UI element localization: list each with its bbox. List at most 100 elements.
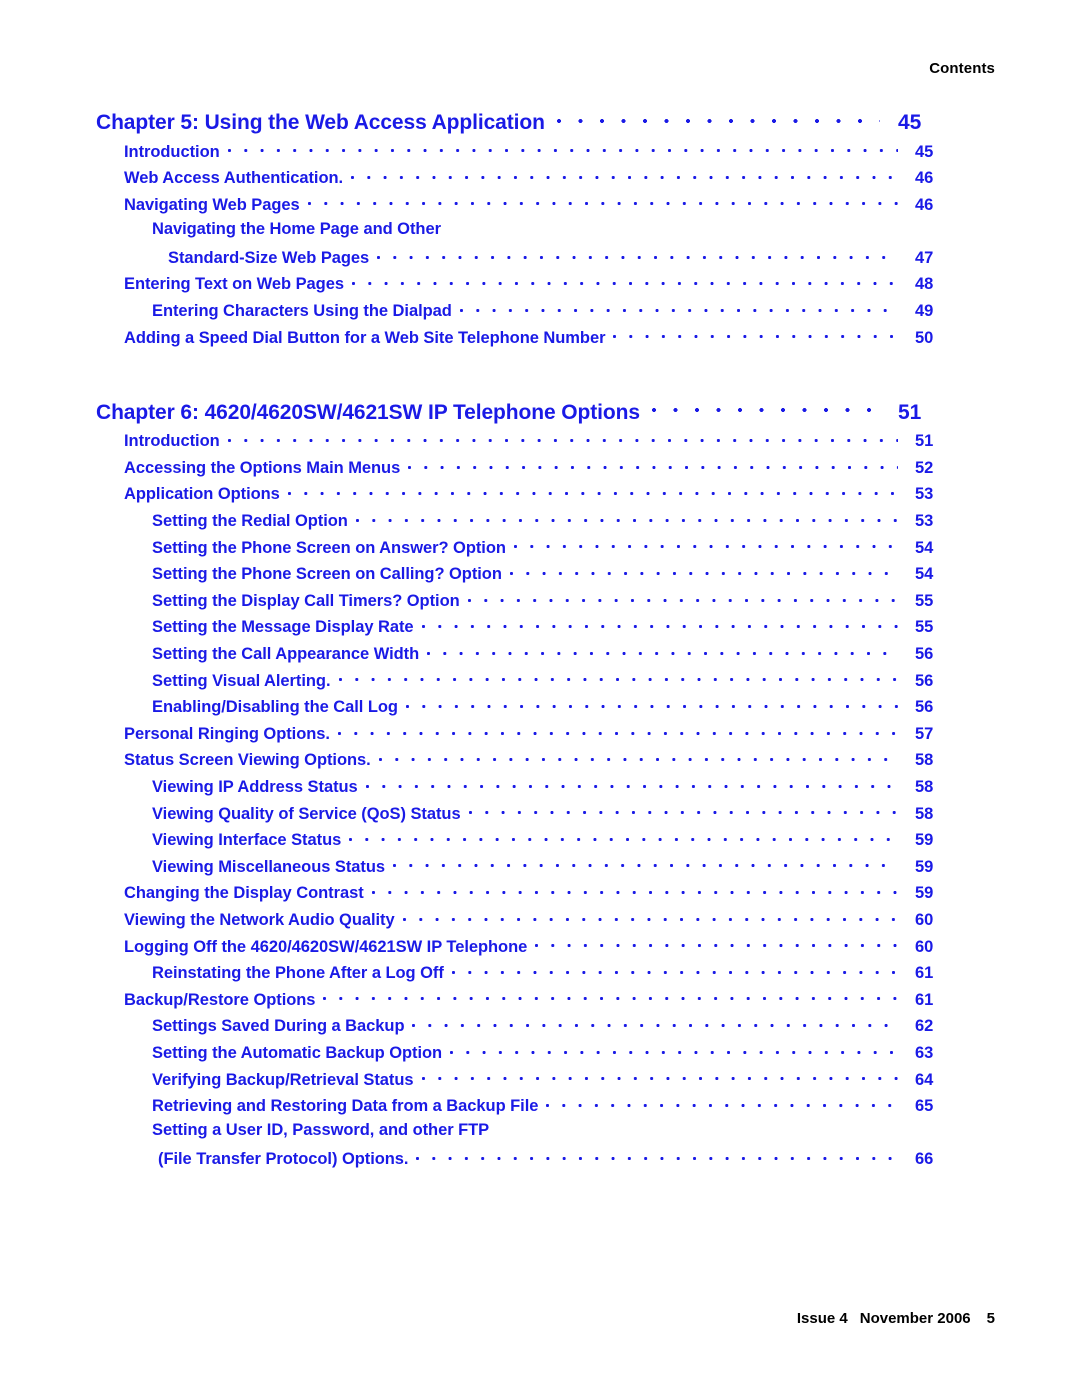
toc-entry-navigating-web-pages[interactable]: Navigating Web Pages 46 [0,193,1080,220]
toc-entry-phone-screen-on-calling[interactable]: Setting the Phone Screen on Calling? Opt… [0,563,1080,590]
toc-entry-page: 58 [915,751,934,770]
toc-entry-title: Entering Text on Web Pages [124,275,344,294]
toc-entry-title: Setting the Redial Option [152,512,348,531]
toc-chapter-heading-6[interactable]: Chapter 6: 4620/4620SW/4621SW IP Telepho… [0,398,1080,430]
toc-entry-title: Chapter 6: 4620/4620SW/4621SW IP Telepho… [96,400,640,424]
toc-entry-title: Chapter 5: Using the Web Access Applicat… [96,111,545,134]
toc-entry-title: Changing the Display Contrast [124,884,364,903]
toc-entry-entering-text-on-web-pages[interactable]: Entering Text on Web Pages 48 [0,273,1080,300]
leader-dots [535,935,898,952]
toc-entry-page: 47 [915,248,934,267]
toc-entry-status-screen-viewing-options[interactable]: Status Screen Viewing Options. 58 [0,749,1080,776]
toc-entry-second-line: Standard-Size Web Pages 47 [0,246,1080,273]
leader-dots [351,273,898,290]
toc-entry-page: 60 [915,937,934,956]
toc-entry-phone-screen-on-answer[interactable]: Setting the Phone Screen on Answer? Opti… [0,536,1080,563]
toc-entry-reinstating-phone-after-log-off[interactable]: Reinstating the Phone After a Log Off 61 [0,962,1080,989]
toc-entry-entering-characters-dialpad[interactable]: Entering Characters Using the Dialpad 49 [0,300,1080,327]
toc-entry-verifying-backup-retrieval-status[interactable]: Verifying Backup/Retrieval Status 64 [0,1068,1080,1095]
toc-entry-title: Setting the Message Display Rate [152,618,414,637]
toc-entry-page: 51 [915,432,934,451]
toc-entry-second-line: (File Transfer Protocol) Options. 66 [0,1148,1080,1175]
leader-dots [405,696,898,713]
toc-entry-page: 46 [915,169,934,188]
toc-entry-page: 56 [915,671,934,690]
toc-entry-page: 62 [915,1017,934,1036]
toc-entry-page: 48 [915,275,934,294]
toc-entry-web-access-authentication[interactable]: Web Access Authentication. 46 [0,167,1080,194]
toc-entry-page: 55 [915,591,934,610]
toc-entry-page: 50 [915,328,934,347]
toc-entry-title: Setting Visual Alerting. [152,671,331,690]
toc-entry-title: Application Options [124,485,280,504]
leader-dots [509,563,898,580]
leader-dots [467,589,898,606]
toc-entry-adding-speed-dial-button[interactable]: Adding a Speed Dial Button for a Web Sit… [0,326,1080,353]
toc-entry-message-display-rate[interactable]: Setting the Message Display Rate 55 [0,616,1080,643]
toc-entry-changing-display-contrast[interactable]: Changing the Display Contrast 59 [0,882,1080,909]
toc-entry-setting-automatic-backup-option[interactable]: Setting the Automatic Backup Option 63 [0,1041,1080,1068]
toc-entry-title: Verifying Backup/Retrieval Status [152,1070,414,1089]
leader-dots [651,398,880,419]
toc-entry-retrieving-restoring-data[interactable]: Retrieving and Restoring Data from a Bac… [0,1095,1080,1122]
toc-entry-title: Status Screen Viewing Options. [124,751,371,770]
toc-entry-page: 64 [915,1070,934,1089]
table-of-contents: Chapter 5: Using the Web Access Applicat… [0,108,1080,1174]
toc-entry-viewing-qos-status[interactable]: Viewing Quality of Service (QoS) Status … [0,802,1080,829]
toc-entry-title: Setting the Call Appearance Width [152,645,420,663]
toc-entry-title-cont: Standard-Size Web Pages [168,248,370,267]
toc-entry-title: Setting a User ID, Password, and other F… [152,1121,490,1140]
toc-entry-introduction-ch6[interactable]: Introduction 51 [0,430,1080,457]
toc-entry-title: Setting the Phone Screen on Calling? Opt… [152,565,502,584]
toc-entry-page: 66 [915,1150,934,1169]
toc-entry-title: Backup/Restore Options [124,990,316,1009]
toc-entry-display-call-timers[interactable]: Setting the Display Call Timers? Option … [0,589,1080,616]
toc-entry-call-appearance-width[interactable]: Setting the Call Appearance Width 56 [0,643,1080,670]
toc-entry-viewing-ip-address-status[interactable]: Viewing IP Address Status 58 [0,775,1080,802]
toc-entry-viewing-miscellaneous-status[interactable]: Viewing Miscellaneous Status 59 [0,855,1080,882]
leader-dots [351,167,898,184]
toc-entry-backup-restore-options[interactable]: Backup/Restore Options 61 [0,988,1080,1015]
toc-entry-title-cont: (File Transfer Protocol) Options. [158,1150,409,1169]
toc-entry-title: Reinstating the Phone After a Log Off [152,964,444,983]
toc-entry-title: Setting the Display Call Timers? Option [152,591,460,610]
leader-dots [377,246,898,263]
toc-entry-page: 46 [915,195,934,214]
toc-entry-page: 56 [915,698,934,717]
toc-entry-page: 54 [915,538,934,557]
toc-entry-personal-ringing-options[interactable]: Personal Ringing Options. 57 [0,722,1080,749]
toc-entry-accessing-options-main-menus[interactable]: Accessing the Options Main Menus 52 [0,456,1080,483]
toc-entry-page: 51 [898,400,922,424]
toc-entry-title: Viewing Miscellaneous Status [152,857,386,876]
toc-entry-title: Viewing IP Address Status [152,777,358,796]
leader-dots [371,882,898,899]
toc-entry-navigating-home-page[interactable]: Navigating the Home Page and Other Stand… [0,220,1080,273]
leader-dots [421,616,898,633]
toc-entry-viewing-network-audio-quality[interactable]: Viewing the Network Audio Quality 60 [0,908,1080,935]
toc-entry-application-options[interactable]: Application Options 53 [0,483,1080,510]
toc-entry-page: 61 [915,990,934,1009]
toc-entry-setting-redial-option[interactable]: Setting the Redial Option 53 [0,510,1080,537]
toc-entry-title: Logging Off the 4620/4620SW/4621SW IP Te… [124,937,528,956]
toc-entry-page: 59 [915,884,934,903]
toc-entry-page: 52 [915,458,934,477]
leader-dots [323,988,898,1005]
footer-date: November 2006 [859,1310,971,1327]
toc-chapter-heading-5[interactable]: Chapter 5: Using the Web Access Applicat… [0,108,1080,140]
toc-entry-setting-user-id-password-ftp[interactable]: Setting a User ID, Password, and other F… [0,1121,1080,1174]
leader-dots [513,536,898,553]
leader-dots [412,1015,898,1032]
toc-entry-page: 58 [915,777,934,796]
leader-dots [546,1095,898,1112]
leader-dots [338,669,899,686]
toc-entry-visual-alerting[interactable]: Setting Visual Alerting. 56 [0,669,1080,696]
leader-dots [378,749,898,766]
toc-entry-viewing-interface-status[interactable]: Viewing Interface Status 59 [0,829,1080,856]
toc-entry-introduction[interactable]: Introduction 45 [0,140,1080,167]
toc-entry-enabling-disabling-call-log[interactable]: Enabling/Disabling the Call Log 56 [0,696,1080,723]
toc-entry-logging-off-ip-telephone[interactable]: Logging Off the 4620/4620SW/4621SW IP Te… [0,935,1080,962]
toc-entry-settings-saved-during-backup[interactable]: Settings Saved During a Backup 62 [0,1015,1080,1042]
footer-issue: Issue 4 [796,1310,848,1327]
leader-dots [468,802,898,819]
toc-entry-page: 49 [915,302,934,321]
